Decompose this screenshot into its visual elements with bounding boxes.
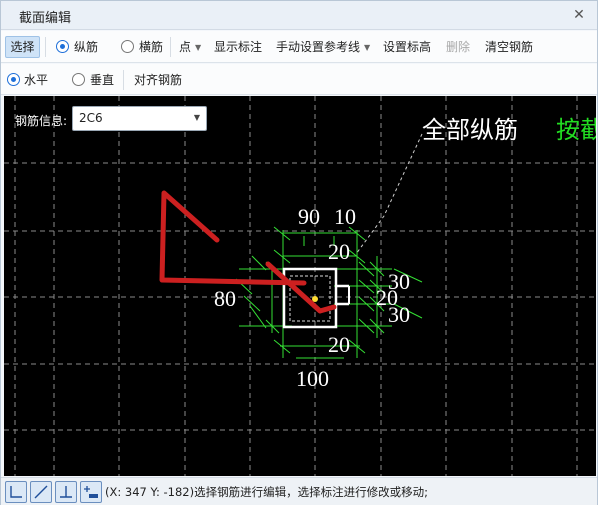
dim-10[interactable]: 10 [334,204,356,229]
orthogonal-snap-icon[interactable] [5,481,27,503]
point-dropdown[interactable]: 点 ▼ [179,38,201,57]
chevron-down-icon: ▼ [193,113,200,122]
toolbar-secondary: 水平 垂直 对齐钢筋 [1,64,597,95]
toolbar-divider [45,37,46,57]
transverse-radio[interactable] [121,40,134,53]
delete-button[interactable]: 删除 [446,38,470,56]
section-outline[interactable] [282,267,350,329]
add-point-icon[interactable] [80,481,102,503]
toolbar-main: 选择 纵筋 横筋 点 ▼ 显示标注 手动设置参考线 ▼ 设置标高 删除 清空钢筋 [1,31,597,63]
chevron-down-icon: ▼ [364,42,371,52]
dim-100[interactable]: 100 [296,366,329,391]
manual-ref-line-label: 手动设置参考线 [276,40,361,54]
grid-lines [4,96,596,476]
title-bar: 截面编辑 ✕ [1,1,597,30]
clear-rebar-button[interactable]: 清空钢筋 [485,38,533,56]
by-section-label: 按截 [556,117,596,144]
horizontal-label[interactable]: 水平 [24,71,48,89]
show-annotation-button[interactable]: 显示标注 [214,38,262,56]
select-button[interactable]: 选择 [5,36,40,58]
align-rebar-button[interactable]: 对齐钢筋 [134,71,182,89]
perpendicular-icon[interactable] [55,481,77,503]
horizontal-radio[interactable] [7,73,20,86]
set-elevation-button[interactable]: 设置标高 [383,38,431,56]
drawing-canvas[interactable]: 全部纵筋 按截 90 10 20 30 20 30 80 20 100 钢筋信息… [4,96,596,476]
dim-30-lower[interactable]: 30 [388,302,410,327]
vertical-label[interactable]: 垂直 [90,71,114,89]
rebar-info-select[interactable]: 2C6 ▼ [72,106,207,131]
rebar-info-value: 2C6 [79,111,103,125]
point-label: 点 [179,40,192,54]
close-icon[interactable]: ✕ [571,7,587,23]
toolbar-divider [123,70,124,90]
manual-ref-line-dropdown[interactable]: 手动设置参考线 ▼ [276,38,370,57]
window-title: 截面编辑 [19,11,72,26]
section-edit-window: 截面编辑 ✕ 选择 纵筋 横筋 点 ▼ 显示标注 手动设置参考线 ▼ 设置标高 删除… [0,0,598,505]
vertical-radio[interactable] [72,73,85,86]
chevron-down-icon: ▼ [195,42,202,52]
section-drawing[interactable]: 全部纵筋 按截 90 10 20 30 20 30 80 20 100 [4,96,596,476]
rebar-info-label: 钢筋信息: [15,114,68,128]
dim-20-bottom[interactable]: 20 [328,332,350,357]
diagonal-line-icon[interactable] [30,481,52,503]
status-message: (X: 347 Y: -182)选择钢筋进行编辑，选择标注进行修改或移动; [105,485,428,499]
dim-20-top[interactable]: 20 [328,239,350,264]
longitudinal-label[interactable]: 纵筋 [74,38,98,56]
dim-80[interactable]: 80 [214,286,236,311]
toolbar-divider [170,37,171,57]
status-bar: (X: 347 Y: -182)选择钢筋进行编辑，选择标注进行修改或移动; [1,477,597,505]
transverse-label[interactable]: 横筋 [139,38,163,56]
leader-line [355,133,423,255]
longitudinal-radio[interactable] [56,40,69,53]
all-longitudinal-label: 全部纵筋 [422,117,518,144]
dim-90[interactable]: 90 [298,204,320,229]
